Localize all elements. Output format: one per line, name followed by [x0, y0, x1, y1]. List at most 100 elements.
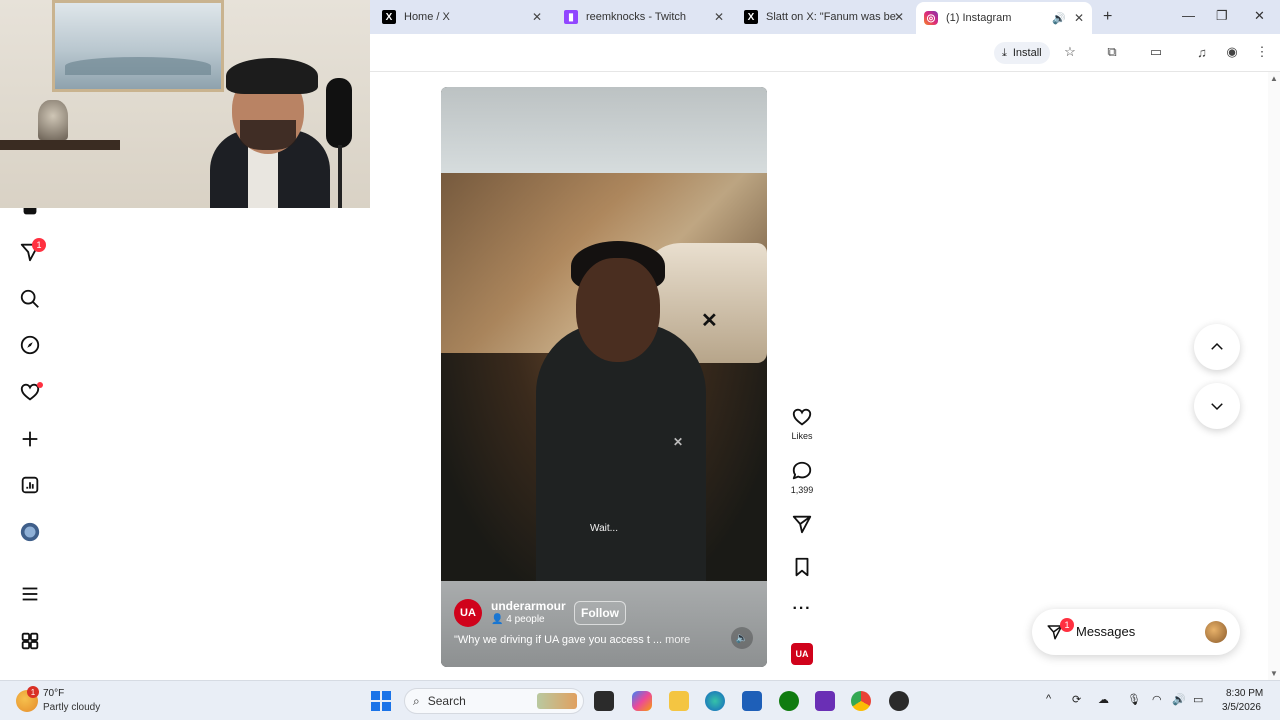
close-icon[interactable]: ✕: [894, 10, 904, 24]
more-options-action[interactable]: ···: [789, 600, 815, 618]
obs-icon[interactable]: [889, 691, 909, 711]
ua-logo-seat: ✕: [701, 310, 718, 332]
more-apps-icon[interactable]: [18, 629, 42, 653]
new-tab-button[interactable]: +: [1103, 8, 1112, 26]
bookmark-icon[interactable]: [791, 556, 813, 578]
tab-slatt-x[interactable]: X Slatt on X: "Fanum was be ✕: [736, 4, 912, 30]
search-icon[interactable]: [18, 287, 42, 311]
like-heart-icon[interactable]: [791, 406, 813, 428]
browser-menu-icon[interactable]: ⋮: [1254, 44, 1270, 60]
close-icon[interactable]: ✕: [1074, 11, 1084, 25]
close-window-button[interactable]: ✕: [1254, 8, 1265, 24]
ua-audio-icon[interactable]: UA: [791, 643, 813, 665]
weather-temp[interactable]: 70°F: [43, 688, 64, 699]
create-icon[interactable]: [18, 427, 42, 451]
battery-icon[interactable]: ▭: [1193, 693, 1203, 706]
audio-source[interactable]: UA: [789, 643, 815, 665]
weather-badge: 1: [27, 686, 39, 698]
speaker-icon[interactable]: 🔊: [1052, 12, 1066, 25]
comments-count: 1,399: [790, 485, 814, 495]
reel-video[interactable]: ✕ ✕ Wait...: [441, 173, 767, 581]
instagram-icon: ◎: [924, 11, 938, 25]
reel-top-band: [441, 87, 767, 173]
tab-title: (1) Instagram: [946, 12, 1012, 24]
comment-action[interactable]: 1,399: [789, 460, 815, 495]
chrome-icon[interactable]: [851, 691, 871, 711]
file-explorer-icon[interactable]: [669, 691, 689, 711]
account-name[interactable]: underarmour: [491, 599, 566, 613]
dashboard-icon[interactable]: [18, 473, 42, 497]
share-action[interactable]: [789, 513, 815, 535]
search-highlight-icon: [537, 693, 577, 709]
menu-icon[interactable]: [18, 582, 42, 606]
wall-painting: [52, 0, 224, 92]
start-button[interactable]: [371, 691, 391, 711]
taskbar-search[interactable]: ⌕ Search: [404, 688, 584, 714]
tab-home-x[interactable]: X Home / X ✕: [374, 4, 550, 30]
task-view-icon[interactable]: [594, 691, 614, 711]
more-link[interactable]: more: [665, 634, 690, 646]
close-icon[interactable]: ✕: [714, 10, 724, 24]
xbox-icon[interactable]: [779, 691, 799, 711]
more-dots-icon[interactable]: ···: [793, 600, 812, 618]
screen: X Home / X ✕ ▮ reemknocks - Twitch ✕ X S…: [0, 0, 1280, 720]
explore-icon[interactable]: [18, 333, 42, 357]
tray-overflow-icon[interactable]: ^: [1046, 693, 1051, 705]
profile-avatar[interactable]: [18, 520, 42, 544]
x-icon: X: [744, 10, 758, 24]
video-caption: Wait...: [590, 523, 618, 534]
mic-icon[interactable]: 🎙: [1127, 693, 1141, 706]
mute-button[interactable]: 🔈: [731, 627, 753, 649]
edge-icon[interactable]: [705, 691, 725, 711]
scroll-down-icon[interactable]: ▼: [1270, 669, 1278, 678]
tab-instagram[interactable]: ◎ (1) Instagram 🔊 ✕: [916, 2, 1092, 34]
weather-desc[interactable]: Partly cloudy: [43, 702, 100, 713]
reel-info: UA underarmour 👤 4 people Follow "Why we…: [441, 581, 767, 667]
ua-logo-jacket: ✕: [673, 435, 684, 449]
save-action[interactable]: [789, 556, 815, 578]
clock-time[interactable]: 8:30 PM: [1226, 688, 1263, 699]
reel-description: "Why we driving if UA gave you access t …: [454, 634, 690, 646]
page-scrollbar[interactable]: ▲ ▼: [1268, 72, 1280, 680]
next-reel-button[interactable]: [1194, 383, 1240, 429]
minimize-button[interactable]: —: [1182, 8, 1195, 23]
close-icon[interactable]: ✕: [532, 10, 542, 24]
volume-tray-icon[interactable]: 🔊: [1172, 693, 1186, 706]
search-icon: ⌕: [413, 693, 420, 708]
account-avatar[interactable]: UA: [454, 599, 482, 627]
comment-icon[interactable]: [791, 460, 813, 482]
copilot-icon[interactable]: [632, 691, 652, 711]
restore-button[interactable]: ❐: [1216, 8, 1228, 24]
sync-icon[interactable]: ⟳: [1072, 693, 1081, 706]
notification-badge: 1: [32, 238, 46, 252]
tab-twitch[interactable]: ▮ reemknocks - Twitch ✕: [556, 4, 732, 30]
x-icon: X: [382, 10, 396, 24]
previous-reel-button[interactable]: [1194, 324, 1240, 370]
install-button[interactable]: ⤓ Install: [994, 42, 1050, 64]
people-icon: 👤: [491, 614, 504, 625]
install-icon: ⤓: [1002, 46, 1007, 59]
store-icon[interactable]: [742, 691, 762, 711]
side-panel-icon[interactable]: ▭: [1148, 44, 1164, 60]
share-icon[interactable]: [791, 513, 813, 535]
reel-player[interactable]: ✕ ✕ Wait... UA underarmour 👤 4 people Fo…: [441, 87, 767, 667]
cloud-icon[interactable]: ☁: [1098, 693, 1109, 706]
shared-with: 👤 4 people: [491, 614, 545, 625]
browser-toolbar: ⤓ Install ☆ ⧉ ▭ ♫ ◉ ⋮: [370, 34, 1280, 72]
twitch-app-icon[interactable]: [815, 691, 835, 711]
mouse-cursor: [1230, 556, 1240, 568]
bookmark-star-icon[interactable]: ☆: [1062, 44, 1078, 60]
media-control-icon[interactable]: ♫: [1194, 44, 1210, 60]
like-action[interactable]: Likes: [789, 406, 815, 441]
extensions-icon[interactable]: ⧉: [1104, 44, 1120, 60]
scroll-up-icon[interactable]: ▲: [1270, 74, 1278, 83]
messages-badge: 1: [1060, 618, 1074, 632]
messages-button[interactable]: 1 Messages: [1032, 609, 1240, 655]
wifi-icon[interactable]: ◠: [1152, 693, 1162, 706]
webcam-overlay: [0, 0, 370, 208]
chevron-up-icon: [1211, 342, 1223, 350]
follow-button[interactable]: Follow: [574, 601, 626, 625]
clock-date[interactable]: 3/5/2026: [1222, 702, 1261, 713]
profile-icon[interactable]: ◉: [1224, 44, 1240, 60]
microphone: [326, 78, 352, 148]
